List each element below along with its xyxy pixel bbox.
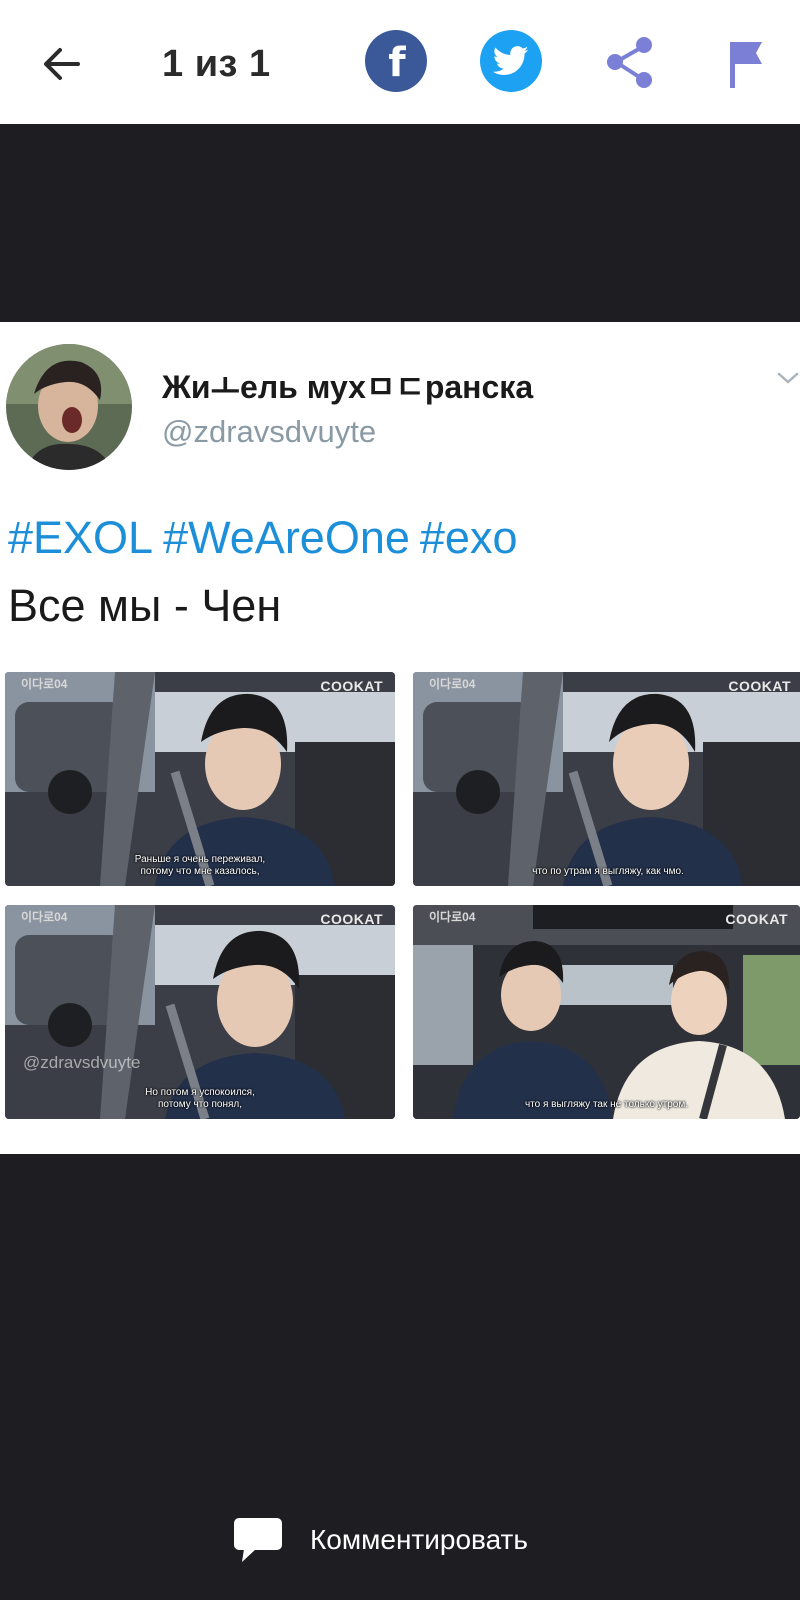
watermark: COOKAT <box>728 678 791 694</box>
video-subtitle: Раньше я очень переживал, потому что мне… <box>134 854 266 877</box>
top-bar: 1 из 1 f <box>0 0 800 124</box>
media-image[interactable]: 이다로04 COOKAT Раньше я очень переживал, п… <box>5 672 395 886</box>
twitter-share-button[interactable] <box>480 30 542 92</box>
display-name[interactable]: Жиㅗель мухㅁㄷранска <box>162 362 533 408</box>
watermark: COOKAT <box>320 678 383 694</box>
twitter-icon <box>493 46 529 75</box>
video-subtitle: что я выгляжу так не только утром. <box>524 1099 689 1110</box>
avatar[interactable] <box>6 344 132 470</box>
comment-label: Комментировать <box>310 1524 528 1555</box>
user-handle[interactable]: @zdravsdvuyte <box>162 414 376 450</box>
media-image[interactable]: 이다로04 COOKAT что я выгляжу так не только… <box>413 905 800 1119</box>
speech-bubble-icon <box>234 1518 282 1562</box>
channel-logo: 이다로04 <box>429 910 476 924</box>
media-image[interactable]: 이다로04 COOKAT что по утрам я выгляжу, как… <box>413 672 800 886</box>
watermark: COOKAT <box>320 911 383 927</box>
channel-logo: 이다로04 <box>429 677 476 691</box>
facebook-share-button[interactable]: f <box>365 30 427 92</box>
channel-logo: 이다로04 <box>21 677 68 691</box>
comment-button[interactable]: Комментировать <box>232 1510 528 1570</box>
tweet-card: Жиㅗель мухㅁㄷранска @zdravsdvuyte #EXOL #W… <box>0 322 800 1154</box>
facebook-icon: f <box>388 40 406 86</box>
share-icon <box>607 37 652 88</box>
hashtag-link[interactable]: #EXOL <box>8 512 153 563</box>
hashtags: #EXOL #WeAreOne #exo <box>8 512 527 564</box>
tweet-text: Все мы - Чен <box>8 580 282 631</box>
video-subtitle: Но потом я успокоился, потому что понял, <box>145 1087 255 1110</box>
channel-logo: 이다로04 <box>21 910 68 924</box>
username-watermark: @zdravsdvuyte <box>23 1053 141 1072</box>
share-button[interactable] <box>600 32 662 94</box>
page-counter: 1 из 1 <box>162 43 271 85</box>
flag-icon <box>730 42 762 88</box>
video-subtitle: что по утрам я выгляжу, как чмо. <box>532 866 684 877</box>
watermark: COOKAT <box>725 911 788 927</box>
back-button[interactable] <box>38 40 86 88</box>
hashtag-link[interactable]: #WeAreOne <box>163 512 410 563</box>
media-image[interactable]: 이다로04 COOKAT @zdravsdvuyte Но потом я ус… <box>5 905 395 1119</box>
report-button[interactable] <box>722 36 772 92</box>
arrow-left-icon <box>44 48 80 80</box>
hashtag-link[interactable]: #exo <box>420 512 518 563</box>
chevron-down-icon[interactable] <box>776 366 800 390</box>
